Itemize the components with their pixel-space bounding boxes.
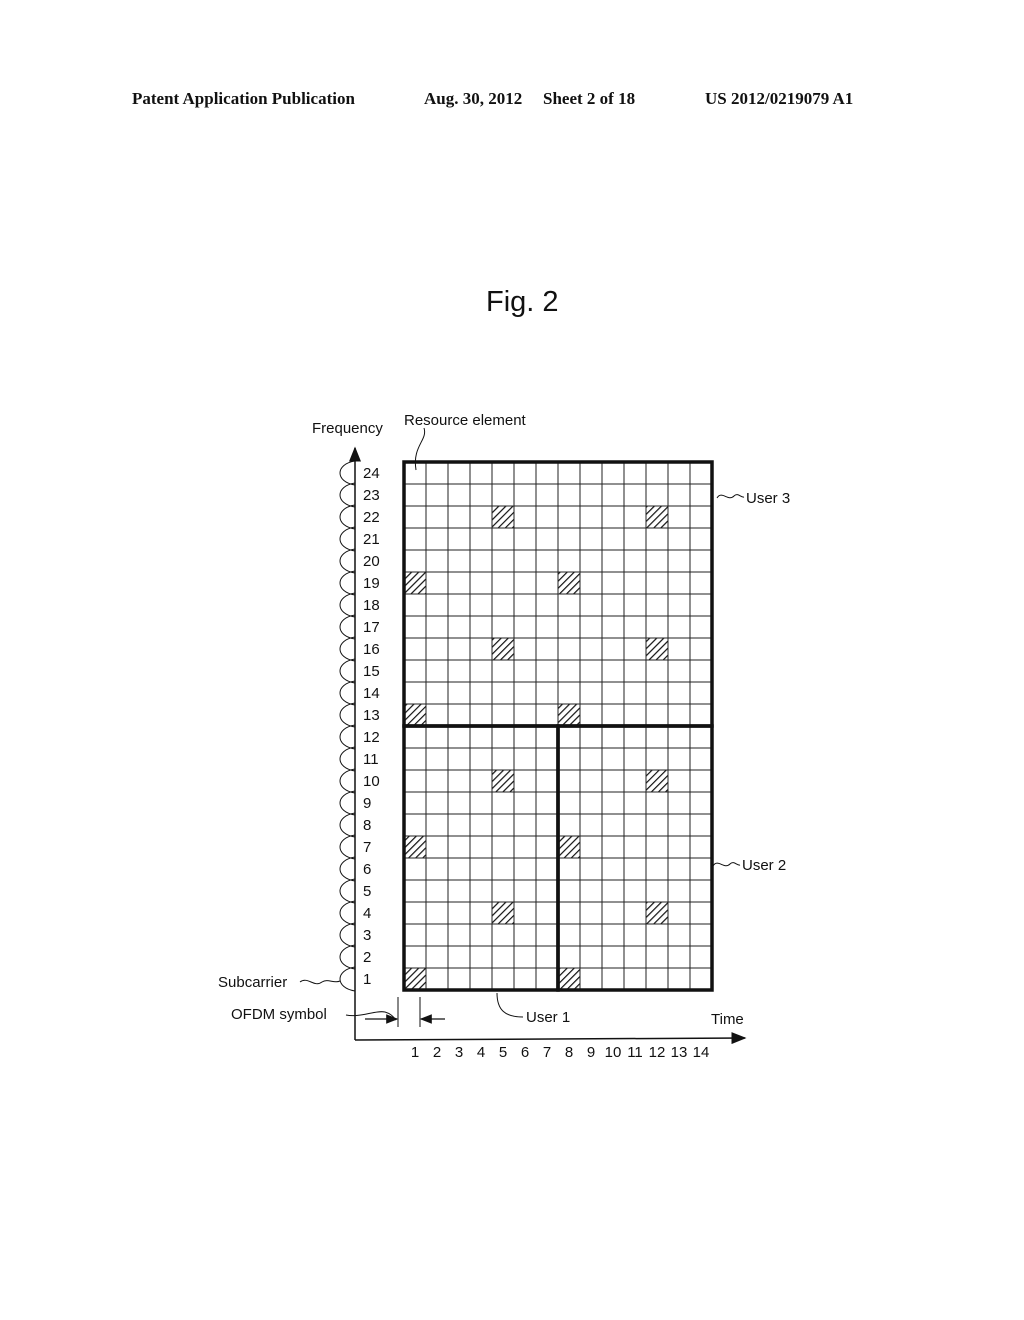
symbol-tick-label: 2 [433, 1044, 441, 1061]
resource-element-label: Resource element [404, 412, 527, 429]
user-2-leader [712, 862, 741, 867]
time-axis-label: Time [711, 1011, 744, 1028]
symbol-tick-label: 12 [649, 1044, 666, 1061]
subcarrier-tick-label: 24 [363, 465, 380, 482]
subcarrier-icon [339, 922, 356, 948]
user-1-leader [496, 992, 524, 1018]
subcarrier-leader [299, 979, 341, 985]
symbol-tick-label: 10 [605, 1044, 622, 1061]
subcarrier-icon [339, 460, 356, 486]
user-1-label: User 1 [526, 1009, 570, 1026]
subcarrier-tick-label: 22 [363, 509, 380, 526]
subcarrier-icon [339, 614, 356, 640]
user-3-leader [716, 494, 745, 499]
subcarrier-icon [339, 812, 356, 838]
subcarrier-icon [339, 746, 356, 772]
subcarrier-icon [339, 834, 356, 860]
subcarrier-icon [339, 790, 356, 816]
reference-signal-cell [646, 770, 668, 792]
reference-signal-cell [646, 902, 668, 924]
subcarrier-tick-label: 21 [363, 531, 380, 548]
reference-signal-cell [492, 638, 514, 660]
subcarrier-tick-label: 20 [363, 553, 380, 570]
reference-signal-cell [646, 506, 668, 528]
subcarrier-tick-label: 19 [363, 575, 380, 592]
subcarrier-tick-label: 18 [363, 597, 380, 614]
subcarrier-icon [339, 504, 356, 530]
subcarrier-tick-label: 23 [363, 487, 380, 504]
subcarrier-tick-label: 9 [363, 795, 371, 812]
symbol-tick-label: 14 [693, 1044, 710, 1061]
subcarrier-icon [339, 482, 356, 508]
subcarrier-icon [339, 680, 356, 706]
symbol-tick-label: 8 [565, 1044, 573, 1061]
subcarrier-tick-label: 1 [363, 971, 371, 988]
subcarrier-tick-label: 3 [363, 927, 371, 944]
subcarrier-icon [339, 900, 356, 926]
subcarrier-tick-label: 14 [363, 685, 380, 702]
symbol-tick-label: 7 [543, 1044, 551, 1061]
subcarrier-tick-label: 12 [363, 729, 380, 746]
reference-signal-cell [404, 968, 426, 990]
subcarrier-icon [339, 724, 356, 750]
subcarrier-tick-label: 17 [363, 619, 380, 636]
reference-signal-cell [558, 704, 580, 726]
symbol-tick-label: 13 [671, 1044, 688, 1061]
subcarrier-icon [339, 658, 356, 684]
subcarrier-icon [339, 944, 356, 970]
symbol-tick-label: 9 [587, 1044, 595, 1061]
ofdm-symbol-label: OFDM symbol [231, 1006, 327, 1023]
symbol-tick-label: 6 [521, 1044, 529, 1061]
subcarrier-icon [339, 878, 356, 904]
subcarrier-icon [339, 702, 356, 728]
user-3-label: User 3 [746, 490, 790, 507]
subcarrier-tick-label: 6 [363, 861, 371, 878]
reference-signal-cell [492, 506, 514, 528]
subcarrier-icon [339, 966, 356, 992]
reference-signal-cell [558, 836, 580, 858]
subcarrier-icon [339, 526, 356, 552]
reference-signal-cell [404, 572, 426, 594]
subcarrier-icon [339, 592, 356, 618]
symbol-tick-label: 11 [627, 1044, 643, 1061]
frequency-axis-label: Frequency [312, 420, 383, 437]
subcarrier-tick-label: 5 [363, 883, 371, 900]
resource-grid-diagram: Frequency Time Resource element Subcarri… [218, 412, 790, 1061]
subcarrier-icon [339, 856, 356, 882]
subcarrier-icon [339, 548, 356, 574]
subcarrier-tick-label: 15 [363, 663, 380, 680]
time-axis [354, 1032, 747, 1045]
user-2-label: User 2 [742, 857, 786, 874]
subcarrier-icon [339, 636, 356, 662]
reference-signal-cell [404, 704, 426, 726]
subcarrier-tick-label: 16 [363, 641, 380, 658]
reference-signal-cell [558, 968, 580, 990]
subcarrier-icon [339, 768, 356, 794]
reference-signal-cell [558, 572, 580, 594]
symbol-tick-label: 5 [499, 1044, 507, 1061]
symbol-tick-label: 4 [477, 1044, 485, 1061]
subcarrier-tick-label: 11 [363, 751, 379, 768]
subcarrier-tick-label: 4 [363, 905, 371, 922]
reference-signal-cell [646, 638, 668, 660]
subcarrier-tick-label: 2 [363, 949, 371, 966]
reference-signal-cell [492, 770, 514, 792]
symbol-tick-label: 3 [455, 1044, 463, 1061]
subcarrier-tick-label: 10 [363, 773, 380, 790]
reference-signal-cell [492, 902, 514, 924]
reference-signal-cell [404, 836, 426, 858]
subcarrier-tick-label: 8 [363, 817, 371, 834]
subcarrier-tick-label: 7 [363, 839, 371, 856]
subcarrier-tick-label: 13 [363, 707, 380, 724]
subcarrier-label: Subcarrier [218, 974, 287, 991]
symbol-tick-label: 1 [411, 1044, 419, 1061]
subcarrier-icon [339, 570, 356, 596]
